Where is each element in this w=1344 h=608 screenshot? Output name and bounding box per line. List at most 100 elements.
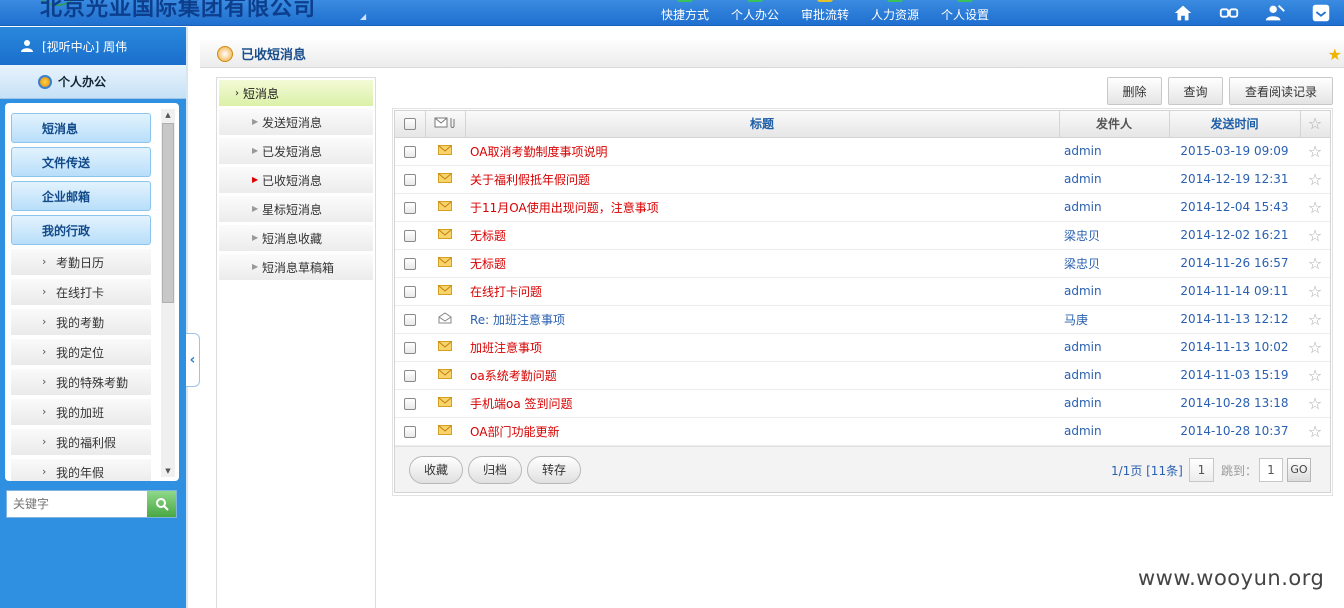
row-checkbox[interactable] bbox=[404, 313, 416, 326]
star-outline-icon[interactable]: ☆ bbox=[1308, 170, 1322, 189]
row-checkbox[interactable] bbox=[404, 369, 416, 382]
top-nav-hr[interactable]: 人力资源 bbox=[860, 0, 930, 25]
pager-info: 1/1页 [11条] bbox=[1111, 463, 1183, 478]
favorite-button[interactable]: 收藏 bbox=[409, 455, 464, 484]
row-checkbox[interactable] bbox=[404, 229, 416, 242]
menu-scrollbar[interactable]: ▲ ▼ bbox=[161, 109, 175, 477]
menu-item-company-mail[interactable]: 企业邮箱 bbox=[11, 181, 151, 211]
row-checkbox[interactable] bbox=[404, 145, 416, 158]
table-row[interactable]: 手机端oa 签到问题 admin 2014-10-28 13:18 ☆ bbox=[395, 389, 1330, 418]
row-title-cell: 无标题 bbox=[465, 249, 1059, 278]
table-row[interactable]: 关于福利假抵年假问题 admin 2014-12-19 12:31 ☆ bbox=[395, 165, 1330, 194]
star-outline-icon[interactable]: ☆ bbox=[1308, 338, 1322, 357]
row-checkbox[interactable] bbox=[404, 425, 416, 438]
table-row[interactable]: OA部门功能更新 admin 2014-10-28 10:37 ☆ bbox=[395, 417, 1330, 446]
submenu-item-my-location[interactable]: › 我的定位 bbox=[11, 339, 151, 365]
home-icon[interactable] bbox=[1160, 0, 1206, 25]
settings-icon[interactable] bbox=[1298, 0, 1344, 25]
submenu-item-my-attendance[interactable]: › 我的考勤 bbox=[11, 309, 151, 335]
message-title-link[interactable]: oa系统考勤问题 bbox=[470, 369, 557, 383]
title-header[interactable]: 标题 bbox=[465, 111, 1060, 138]
star-outline-icon[interactable]: ☆ bbox=[1308, 198, 1322, 217]
table-row[interactable]: Re: 加班注意事项 马庚 2014-11-13 12:12 ☆ bbox=[395, 305, 1330, 334]
star-outline-icon[interactable]: ☆ bbox=[1308, 422, 1322, 441]
submenu-item-welfare-leave[interactable]: › 我的福利假 bbox=[11, 429, 151, 455]
go-button[interactable]: GO bbox=[1287, 457, 1311, 482]
time-header[interactable]: 发送时间 bbox=[1169, 111, 1301, 138]
menu-item-my-admin[interactable]: 我的行政 bbox=[11, 215, 151, 245]
row-checkbox[interactable] bbox=[404, 285, 416, 298]
jump-page-input[interactable]: 1 bbox=[1259, 457, 1283, 482]
message-title-link[interactable]: Re: 加班注意事项 bbox=[470, 313, 565, 327]
page-title-icon bbox=[217, 45, 233, 62]
row-checkbox-cell bbox=[395, 305, 425, 334]
star-outline-icon[interactable]: ☆ bbox=[1308, 142, 1322, 161]
message-title-link[interactable]: 手机端oa 签到问题 bbox=[470, 397, 573, 411]
grid-icon[interactable] bbox=[1206, 0, 1252, 25]
collapse-sidebar-button[interactable]: ‹ bbox=[186, 333, 200, 387]
row-checkbox[interactable] bbox=[404, 201, 416, 214]
favorite-star-icon[interactable]: ★ bbox=[1328, 45, 1342, 64]
scroll-down-icon[interactable]: ▼ bbox=[163, 467, 173, 475]
subnav-message-favorites[interactable]: ▶ 短消息收藏 bbox=[219, 225, 373, 251]
message-title-link[interactable]: OA部门功能更新 bbox=[470, 425, 559, 439]
transfer-button[interactable]: 转存 bbox=[527, 455, 582, 484]
table-row[interactable]: 无标题 梁忠贝 2014-11-26 16:57 ☆ bbox=[395, 249, 1330, 278]
row-checkbox[interactable] bbox=[404, 397, 416, 410]
subnav-message-drafts[interactable]: ▶ 短消息草稿箱 bbox=[219, 254, 373, 280]
module-header[interactable]: 个人办公 bbox=[0, 65, 186, 99]
select-all-checkbox[interactable] bbox=[403, 118, 416, 131]
message-title-link[interactable]: 无标题 bbox=[470, 257, 506, 271]
row-checkbox[interactable] bbox=[404, 341, 416, 354]
subnav-header-messages[interactable]: › 短消息 bbox=[219, 80, 373, 106]
submenu-item-my-overtime[interactable]: › 我的加班 bbox=[11, 399, 151, 425]
query-button[interactable]: 查询 bbox=[1168, 77, 1223, 105]
delete-button[interactable]: 删除 bbox=[1107, 77, 1162, 105]
row-checkbox[interactable] bbox=[404, 173, 416, 186]
sender-header[interactable]: 发件人 bbox=[1059, 111, 1170, 138]
scroll-up-icon[interactable]: ▲ bbox=[163, 111, 173, 119]
search-input[interactable] bbox=[7, 491, 147, 517]
message-title-link[interactable]: 关于福利假抵年假问题 bbox=[470, 173, 590, 187]
message-title-link[interactable]: 加班注意事项 bbox=[470, 341, 542, 355]
menu-panel: 短消息 文件传送 企业邮箱 我的行政 › 考勤日历 › 在线打卡 › 我的考勤 › 我的… bbox=[5, 103, 179, 481]
menu-item-file-transfer[interactable]: 文件传送 bbox=[11, 147, 151, 177]
search-button[interactable] bbox=[147, 491, 176, 517]
message-title-link[interactable]: 于11月OA使用出现问题，注意事项 bbox=[470, 201, 659, 215]
user-icon[interactable] bbox=[1252, 0, 1298, 25]
table-row[interactable]: 在线打卡问题 admin 2014-11-14 09:11 ☆ bbox=[395, 277, 1330, 306]
submenu-item-annual-leave[interactable]: › 我的年假 bbox=[11, 459, 151, 481]
star-outline-icon[interactable]: ☆ bbox=[1308, 310, 1322, 329]
archive-button[interactable]: 归档 bbox=[468, 455, 523, 484]
top-nav-personal-office[interactable]: 个人办公 bbox=[720, 0, 790, 25]
star-outline-icon[interactable]: ☆ bbox=[1308, 282, 1322, 301]
subnav-send-message[interactable]: ▶ 发送短消息 bbox=[219, 109, 373, 135]
subnav-received-messages[interactable]: ▶ 已收短消息 bbox=[219, 167, 373, 193]
subnav-sent-messages[interactable]: ▶ 已发短消息 bbox=[219, 138, 373, 164]
star-outline-icon[interactable]: ☆ bbox=[1308, 366, 1322, 385]
message-title-link[interactable]: 无标题 bbox=[470, 229, 506, 243]
table-row[interactable]: OA取消考勤制度事项说明 admin 2015-03-19 09:09 ☆ bbox=[395, 137, 1330, 166]
star-outline-icon[interactable]: ☆ bbox=[1308, 226, 1322, 245]
row-checkbox[interactable] bbox=[404, 257, 416, 270]
submenu-label: 我的定位 bbox=[56, 345, 105, 360]
message-title-link[interactable]: 在线打卡问题 bbox=[470, 285, 542, 299]
star-outline-icon[interactable]: ☆ bbox=[1308, 394, 1322, 413]
menu-item-messages[interactable]: 短消息 bbox=[11, 113, 151, 143]
top-nav-settings[interactable]: 个人设置 bbox=[930, 0, 1000, 25]
table-row[interactable]: 于11月OA使用出现问题，注意事项 admin 2014-12-04 15:43 ☆ bbox=[395, 193, 1330, 222]
top-nav-approval[interactable]: 审批流转 bbox=[790, 0, 860, 25]
subnav-starred-messages[interactable]: ▶ 星标短消息 bbox=[219, 196, 373, 222]
top-nav-shortcuts[interactable]: 快捷方式 bbox=[650, 0, 720, 25]
view-read-records-button[interactable]: 查看阅读记录 bbox=[1229, 77, 1333, 105]
table-row[interactable]: 加班注意事项 admin 2014-11-13 10:02 ☆ bbox=[395, 333, 1330, 362]
table-row[interactable]: 无标题 梁忠贝 2014-12-02 16:21 ☆ bbox=[395, 221, 1330, 250]
submenu-item-attendance-calendar[interactable]: › 考勤日历 bbox=[11, 249, 151, 275]
submenu-item-special-attendance[interactable]: › 我的特殊考勤 bbox=[11, 369, 151, 395]
star-outline-icon[interactable]: ☆ bbox=[1308, 254, 1322, 273]
scrollbar-thumb[interactable] bbox=[162, 123, 174, 303]
table-row[interactable]: oa系统考勤问题 admin 2014-11-03 15:19 ☆ bbox=[395, 361, 1330, 390]
message-title-link[interactable]: OA取消考勤制度事项说明 bbox=[470, 145, 607, 159]
current-page-button[interactable]: 1 bbox=[1189, 457, 1214, 482]
submenu-item-online-clockin[interactable]: › 在线打卡 bbox=[11, 279, 151, 305]
